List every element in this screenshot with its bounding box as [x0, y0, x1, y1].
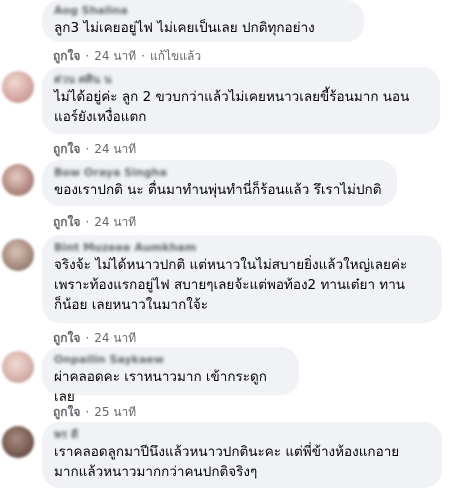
comment-time[interactable]: 24 นาที	[94, 49, 136, 63]
comment-bubble: Aog Shalina ลูก3 ไม่เคยอยู่ไฟ ไม่เคยเป็น…	[42, 0, 364, 42]
comment-text: เราคลอดลูกมาปีนึงแล้วหนาวปกตินะคะ แต่พี่…	[54, 444, 400, 480]
comment-bubble: พร ดี เราคลอดลูกมาปีนึงแล้วหนาวปกตินะคะ …	[42, 422, 442, 488]
avatar[interactable]	[2, 164, 34, 196]
comment-text: ของเราปกติ นะ ตื่นมาทำนพุ่นทำนี่ก็ร้อนแล…	[54, 182, 382, 198]
comment-bubble: Onpailin Saykaew ผ่าคลอดคะ เราหนาวมาก เข…	[42, 347, 299, 405]
comment-actions: ถูกใจ · 24 นาที	[53, 140, 136, 159]
comment-author[interactable]: Bow Oraya Singha	[54, 166, 385, 180]
comment-actions: ถูกใจ · 24 นาที	[53, 213, 136, 232]
separator-dot: ·	[85, 142, 90, 156]
separator-dot: ·	[85, 215, 90, 229]
comment-time[interactable]: 24 นาที	[94, 331, 136, 345]
comment-text: จริงจ้ะ ไม่ได้หนาวปกติ แต่หนาวในไม่สบายย…	[54, 257, 408, 313]
comment-text: ผ่าคลอดคะ เราหนาวมาก เข้ากระดูกเลย	[54, 369, 267, 405]
comment-bubble: ต่วน ศศิน น ไม่ได้อยู่ค่ะ ลูก 2 ขวบกว่าแ…	[42, 67, 440, 134]
comment-time[interactable]: 24 นาที	[94, 142, 136, 156]
separator-dot: ·	[85, 49, 90, 63]
comment-bubble: Bint Muzeee Aumkham จริงจ้ะ ไม่ได้หนาวปก…	[42, 235, 442, 323]
separator-dot: ·	[141, 49, 146, 63]
comment-actions: ถูกใจ · 24 นาที · แก้ไขแล้ว	[53, 47, 201, 66]
edited-label: แก้ไขแล้ว	[150, 49, 202, 63]
comment-author[interactable]: Onpailin Saykaew	[54, 353, 287, 367]
comment-bubble: Bow Oraya Singha ของเราปกติ นะ ตื่นมาทำน…	[42, 160, 397, 206]
avatar[interactable]	[2, 71, 34, 103]
separator-dot: ·	[85, 331, 90, 345]
separator-dot: ·	[85, 405, 90, 419]
avatar[interactable]	[2, 426, 34, 458]
like-button[interactable]: ถูกใจ	[53, 215, 80, 229]
comment-author[interactable]: พร ดี	[54, 428, 430, 442]
avatar[interactable]	[2, 239, 34, 271]
comment-author[interactable]: ต่วน ศศิน น	[54, 73, 428, 87]
like-button[interactable]: ถูกใจ	[53, 49, 80, 63]
comment-time[interactable]: 25 นาที	[94, 405, 136, 419]
comment-author[interactable]: Aog Shalina	[54, 4, 352, 18]
comment-time[interactable]: 24 นาที	[94, 215, 136, 229]
comment-actions: ถูกใจ · 24 นาที	[53, 329, 136, 348]
like-button[interactable]: ถูกใจ	[53, 405, 80, 419]
comment-author[interactable]: Bint Muzeee Aumkham	[54, 241, 430, 255]
comment-text: ลูก3 ไม่เคยอยู่ไฟ ไม่เคยเป็นเลย ปกติทุกอ…	[54, 20, 315, 36]
avatar[interactable]	[2, 351, 34, 383]
like-button[interactable]: ถูกใจ	[53, 142, 80, 156]
like-button[interactable]: ถูกใจ	[53, 331, 80, 345]
comment-actions: ถูกใจ · 25 นาที	[53, 403, 136, 422]
comment-text: ไม่ได้อยู่ค่ะ ลูก 2 ขวบกว่าแล้วไม่เคยหนา…	[54, 89, 410, 125]
